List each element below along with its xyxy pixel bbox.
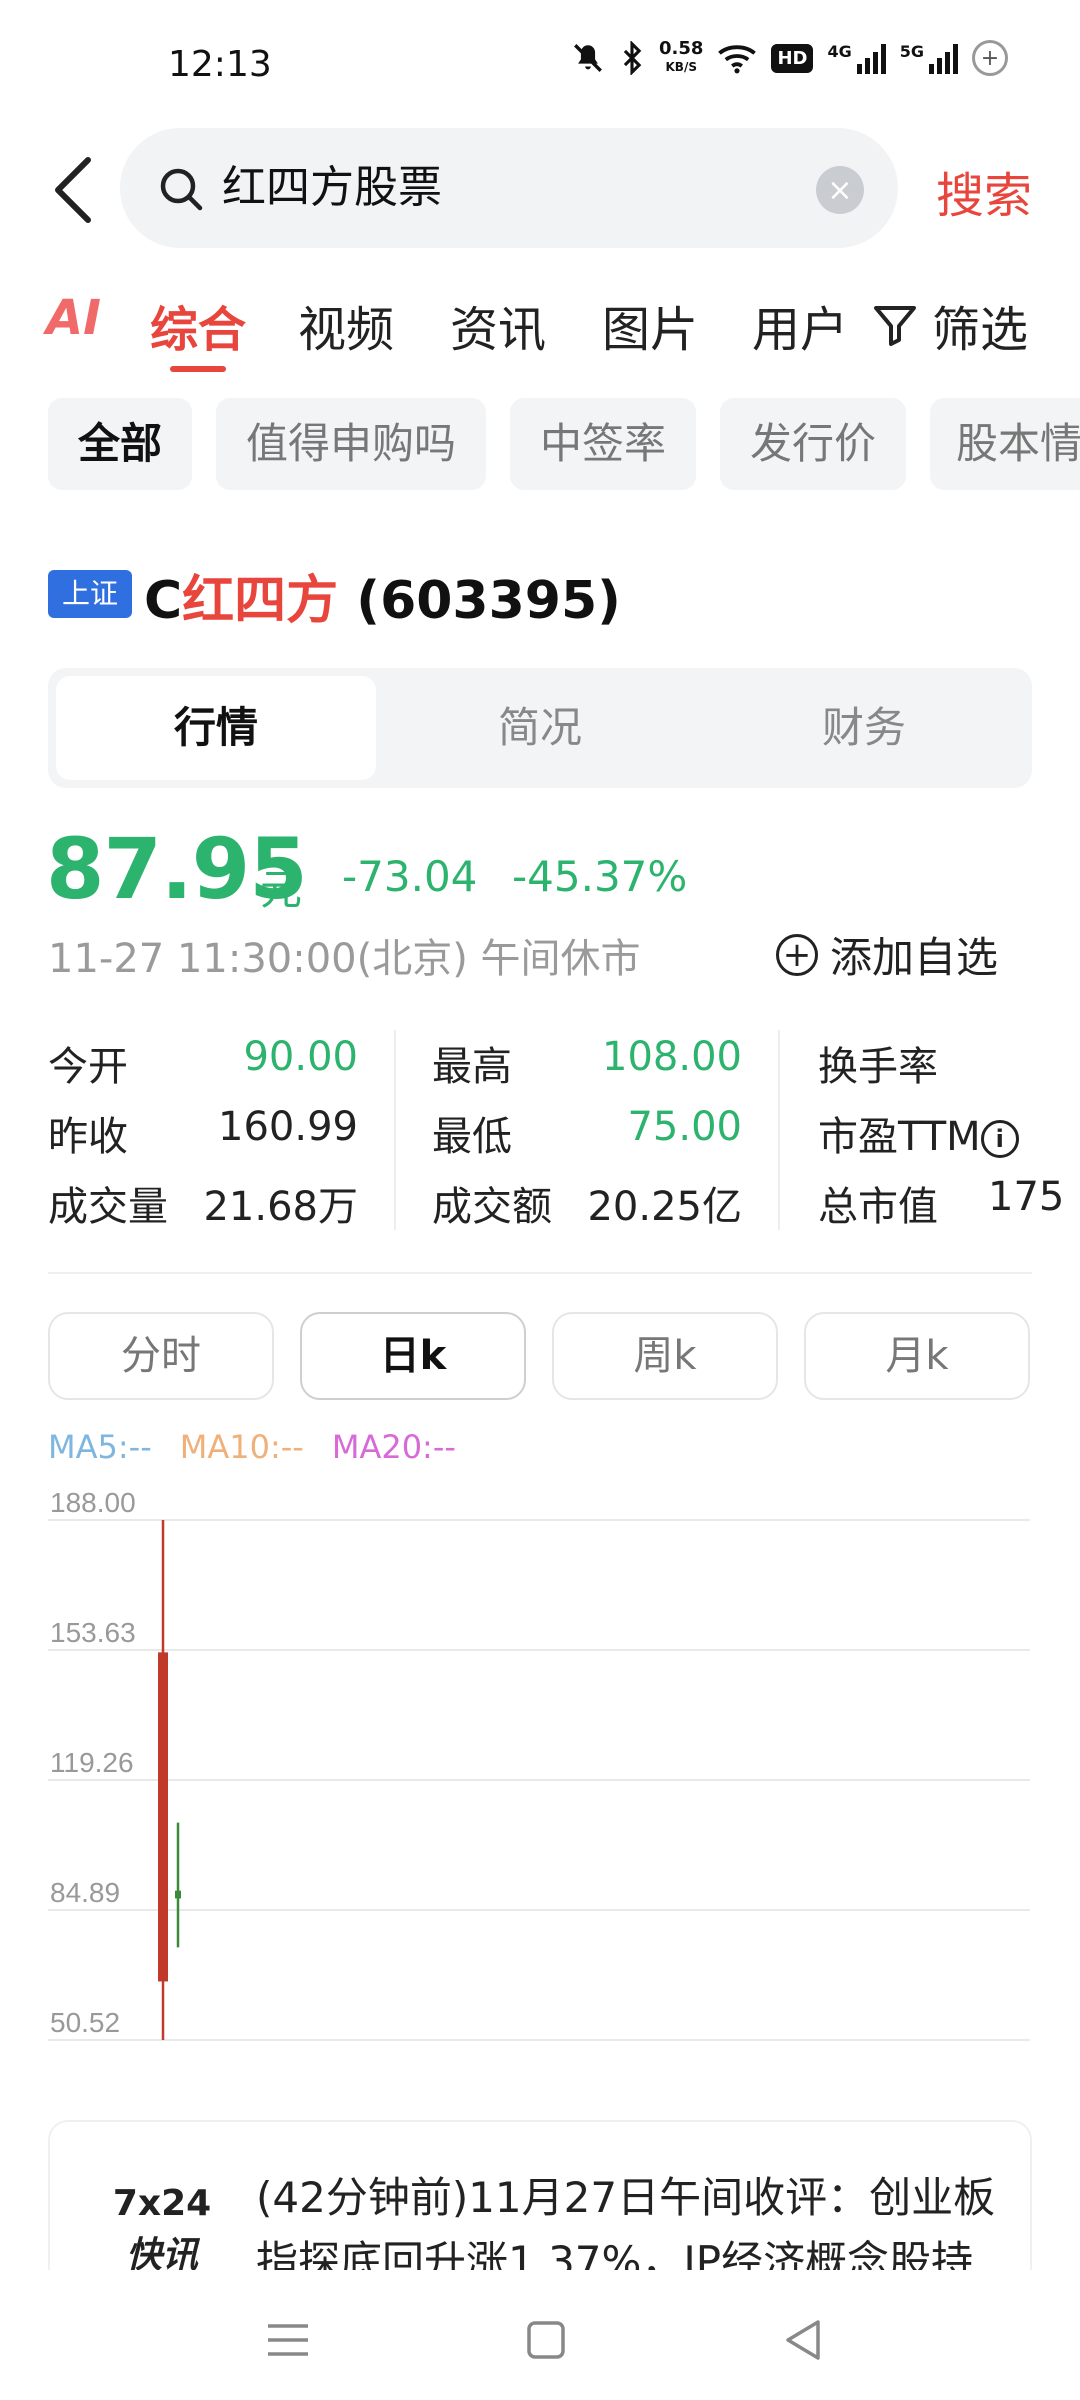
segment-control: 行情 简况 财务 (48, 668, 1032, 788)
bluetooth-icon (623, 41, 642, 75)
signal-icon: 5G (900, 42, 958, 74)
stock-code: (603395) (356, 571, 621, 631)
filter-button[interactable]: 筛选 (870, 290, 1028, 360)
menu-icon[interactable] (258, 2310, 318, 2370)
mute-icon (574, 44, 602, 72)
stock-prefix: C (144, 571, 183, 631)
price-unit: 元 (260, 865, 303, 914)
market-cap-label: 总市值 (818, 1184, 938, 1230)
open-value: 90.00 (243, 1034, 358, 1080)
chip-issue-price[interactable]: 发行价 (720, 398, 906, 490)
tab-news[interactable]: 资讯 (450, 290, 546, 360)
y-tick-label: 84.89 (50, 1877, 120, 1908)
wifi-icon (718, 45, 757, 74)
turnover-rate-label: 换手率 (818, 1044, 938, 1090)
y-tick-label: 153.63 (50, 1617, 136, 1648)
search-input[interactable]: 红四方股票 × (120, 128, 898, 248)
back-button[interactable] (44, 150, 104, 230)
tab-video[interactable]: 视频 (298, 290, 394, 360)
price-change: -73.04 (342, 852, 478, 901)
search-button[interactable]: 搜索 (936, 156, 1032, 226)
add-icon: + (776, 933, 818, 976)
ma20-label: MA20:-- (331, 1428, 456, 1466)
tab-images[interactable]: 图片 (602, 290, 698, 360)
chip-allotment-rate[interactable]: 中签率 (510, 398, 696, 490)
stock-name: 红四方 (182, 571, 339, 631)
chip-all[interactable]: 全部 (48, 398, 192, 490)
chip-worth-subscribing[interactable]: 值得申购吗 (216, 398, 486, 490)
tab-comprehensive[interactable]: 综合 (150, 290, 246, 360)
volume-label: 成交量 (48, 1184, 168, 1230)
turnover-amount-label: 成交额 (432, 1184, 552, 1230)
stock-title[interactable]: C红四方 (603395) (144, 558, 621, 633)
hd-badge: HD (771, 43, 814, 73)
info-icon[interactable]: i (980, 1120, 1019, 1158)
news-logo: 7x24 快讯 (112, 2183, 212, 2276)
trade-time-status: 11-27 11:30:00(北京) 午间休市 (48, 936, 641, 982)
status-bar: 12:13 0.58 KB/S HD 4G 5G + (0, 0, 1080, 120)
chip-share-capital[interactable]: 股本情 (930, 398, 1080, 490)
tab-monthly-k[interactable]: 月k (804, 1312, 1030, 1400)
add-watchlist-button[interactable]: + 添加自选 (776, 924, 998, 985)
quote-stats: 今开 90.00 昨收 160.99 成交量 21.68万 最高 108.00 … (0, 1030, 1080, 1230)
add-watchlist-label: 添加自选 (830, 933, 999, 982)
back-icon[interactable] (774, 2310, 834, 2370)
active-tab-indicator (170, 366, 226, 372)
tab-weekly-k[interactable]: 周k (552, 1312, 778, 1400)
candle-body (158, 1652, 168, 1982)
high-value: 108.00 (602, 1034, 742, 1080)
tab-daily-k[interactable]: 日k (300, 1312, 526, 1400)
open-label: 今开 (48, 1044, 128, 1090)
low-label: 最低 (432, 1114, 512, 1160)
ma5-label: MA5:-- (48, 1428, 152, 1466)
tab-users[interactable]: 用户 (752, 290, 848, 360)
filter-icon (874, 306, 916, 346)
volume-value: 21.68万 (203, 1184, 358, 1230)
add-circle-icon: + (972, 40, 1008, 76)
y-tick-label: 188.00 (50, 1487, 136, 1518)
candle-body (175, 1890, 181, 1899)
section-divider (48, 1272, 1032, 1274)
net-speed: 0.58 KB/S (659, 38, 704, 75)
candle[interactable] (175, 1822, 181, 1948)
prev-close-value: 160.99 (218, 1104, 358, 1150)
navigation-bar (0, 2270, 1080, 2400)
ma10-label: MA10:-- (179, 1428, 304, 1466)
candlestick-chart[interactable]: 188.00 153.63 119.26 84.89 50.52 (0, 1480, 1080, 2060)
pe-ttm-label: 市盈TTM i (818, 1104, 1019, 1162)
clear-icon[interactable]: × (816, 166, 864, 214)
stats-divider (394, 1030, 396, 1230)
market-cap-value: 175 (988, 1174, 1065, 1220)
turnover-amount-value: 20.25亿 (587, 1184, 742, 1230)
ma-legend: MA5:-- MA10:-- MA20:-- (48, 1428, 456, 1466)
filter-chips: 全部 值得申购吗 中签率 发行价 股本情 (48, 398, 1080, 490)
high-label: 最高 (432, 1044, 512, 1090)
exchange-badge: 上证 (48, 570, 132, 618)
ai-tab[interactable]: AI (46, 290, 101, 346)
status-icons: 0.58 KB/S HD 4G 5G + (571, 40, 1008, 76)
candle[interactable] (158, 1520, 168, 2040)
price-change-percent: -45.37% (512, 852, 688, 901)
search-query[interactable]: 红四方股票 (222, 158, 442, 218)
filter-label: 筛选 (932, 302, 1029, 358)
stats-divider (778, 1030, 780, 1230)
low-value: 75.00 (627, 1104, 742, 1150)
status-time: 12:13 (168, 44, 272, 85)
news-card[interactable]: 7x24 快讯 (42分钟前)11月27日午间收评：创业板指探底回升涨1.37%… (48, 2120, 1032, 2290)
tab-overview[interactable]: 简况 (380, 676, 700, 780)
home-icon[interactable] (516, 2310, 576, 2370)
search-icon (160, 168, 203, 211)
y-tick-label: 50.52 (50, 2007, 120, 2038)
y-tick-label: 119.26 (50, 1747, 134, 1778)
category-tabs: AI 综合 视频 资讯 图片 用户 筛选 (0, 290, 1080, 380)
tab-finance[interactable]: 财务 (704, 676, 1024, 780)
prev-close-label: 昨收 (48, 1114, 128, 1160)
tab-intraday[interactable]: 分时 (48, 1312, 274, 1400)
tab-market[interactable]: 行情 (56, 676, 376, 780)
signal-icon: 4G (827, 42, 886, 74)
